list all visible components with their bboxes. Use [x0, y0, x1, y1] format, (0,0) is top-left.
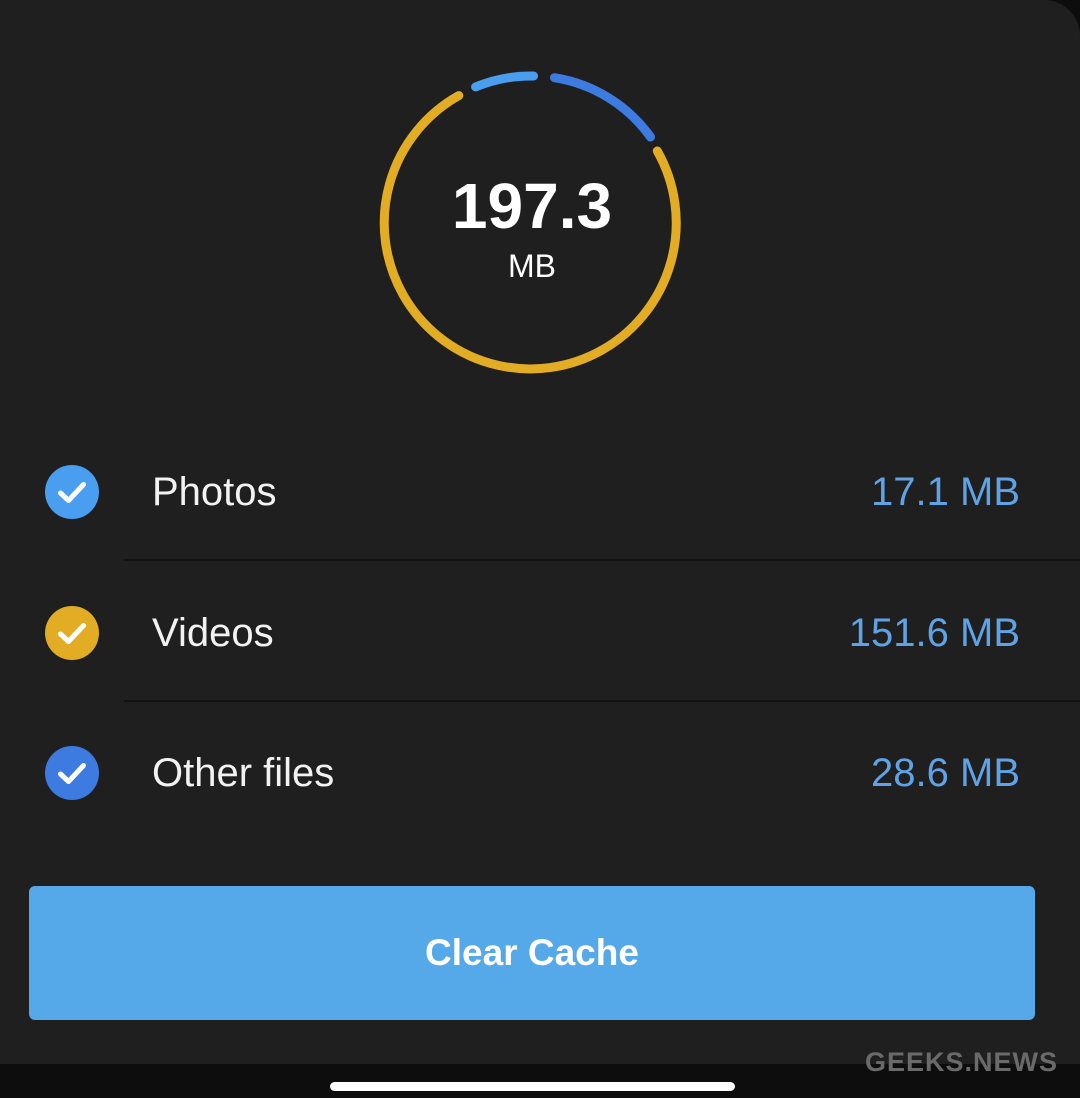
category-row-videos[interactable]: Videos 151.6 MB	[0, 563, 1080, 703]
category-size: 17.1 MB	[871, 470, 1020, 514]
clear-cache-button[interactable]: Clear Cache	[29, 886, 1035, 1020]
home-indicator[interactable]	[330, 1082, 735, 1091]
storage-usage-sheet: 197.3 MB Photos 17.1 MB Videos 151.6 MB …	[0, 0, 1080, 1064]
row-divider	[124, 700, 1080, 702]
category-label: Photos	[152, 470, 277, 514]
ring-segment-other-files	[550, 73, 655, 142]
row-divider	[124, 559, 1080, 561]
total-size-value: 197.3	[451, 170, 613, 242]
check-circle-icon[interactable]	[45, 746, 99, 800]
total-size-unit: MB	[508, 248, 556, 284]
ring-segment-photos	[471, 71, 538, 92]
category-size: 151.6 MB	[848, 611, 1020, 655]
category-label: Other files	[152, 751, 335, 795]
category-row-other-files[interactable]: Other files 28.6 MB	[0, 703, 1080, 843]
check-circle-icon[interactable]	[45, 465, 99, 519]
watermark: GEEKS.NEWS	[864, 1047, 1058, 1077]
category-size: 28.6 MB	[871, 751, 1020, 795]
category-label: Videos	[152, 611, 274, 655]
check-circle-icon[interactable]	[45, 606, 99, 660]
storage-ring-chart: 197.3 MB	[379, 69, 685, 375]
category-row-photos[interactable]: Photos 17.1 MB	[0, 422, 1080, 562]
